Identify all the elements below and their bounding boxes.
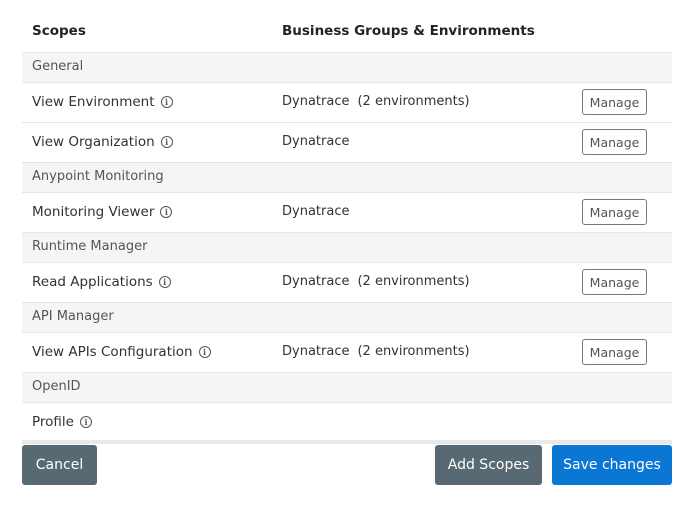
scope-row-view-apis-configuration: View APIs Configuration i Dynatrace (2 en…: [22, 332, 672, 372]
business-group-name: Dynatrace: [282, 274, 350, 289]
business-group-cell: Dynatrace (2 environments): [282, 94, 470, 109]
group-label: API Manager: [32, 309, 114, 324]
group-row-general: General: [22, 52, 672, 82]
scope-row-monitoring-viewer: Monitoring Viewer i Dynatrace Manage: [22, 192, 672, 232]
info-icon[interactable]: i: [160, 136, 173, 148]
scope-name-cell: View Organization i: [32, 134, 173, 150]
add-scopes-button[interactable]: Add Scopes: [435, 445, 542, 485]
group-row-openid: OpenID: [22, 372, 672, 402]
business-group-name: Dynatrace: [282, 94, 350, 109]
scroll-divider: [22, 440, 672, 444]
group-row-runtime-manager: Runtime Manager: [22, 232, 672, 262]
scope-name-cell: Monitoring Viewer i: [32, 204, 173, 220]
scope-row-view-organization: View Organization i Dynatrace Manage: [22, 122, 672, 162]
scope-name: View APIs Configuration: [32, 344, 193, 360]
scopes-column-header: Scopes: [32, 23, 86, 39]
business-group-cell: Dynatrace: [282, 204, 349, 219]
info-icon[interactable]: i: [160, 206, 173, 218]
group-label: Anypoint Monitoring: [32, 169, 164, 184]
scope-row-view-environment: View Environment i Dynatrace (2 environme…: [22, 82, 672, 122]
scope-name-cell: View Environment i: [32, 94, 173, 110]
cancel-button[interactable]: Cancel: [22, 445, 97, 485]
table-header: Scopes Business Groups & Environments: [22, 0, 672, 52]
scope-name: Monitoring Viewer: [32, 204, 155, 220]
business-group-cell: Dynatrace (2 environments): [282, 344, 470, 359]
manage-button[interactable]: Manage: [582, 89, 647, 115]
scope-name: View Organization: [32, 134, 155, 150]
info-icon[interactable]: i: [79, 416, 92, 428]
environment-count: (2 environments): [357, 94, 470, 109]
save-changes-button[interactable]: Save changes: [552, 445, 672, 485]
info-icon[interactable]: i: [198, 346, 211, 358]
environment-count: (2 environments): [357, 274, 470, 289]
info-icon[interactable]: i: [158, 276, 171, 288]
group-row-anypoint-monitoring: Anypoint Monitoring: [22, 162, 672, 192]
scope-name-cell: View APIs Configuration i: [32, 344, 211, 360]
business-group-name: Dynatrace: [282, 204, 350, 219]
business-groups-column-header: Business Groups & Environments: [282, 23, 535, 39]
environment-count: (2 environments): [357, 344, 470, 359]
scope-row-read-applications: Read Applications i Dynatrace (2 environm…: [22, 262, 672, 302]
info-icon[interactable]: i: [160, 96, 173, 108]
scopes-table: Scopes Business Groups & Environments Ge…: [22, 0, 672, 442]
scope-name: View Environment: [32, 94, 155, 110]
scope-name: Read Applications: [32, 274, 153, 290]
scope-name-cell: Profile i: [32, 414, 92, 430]
group-label: General: [32, 59, 84, 74]
manage-button[interactable]: Manage: [582, 339, 647, 365]
business-group-cell: Dynatrace (2 environments): [282, 274, 470, 289]
scope-name: Profile: [32, 414, 74, 430]
scope-name-cell: Read Applications i: [32, 274, 171, 290]
manage-button[interactable]: Manage: [582, 269, 647, 295]
group-row-api-manager: API Manager: [22, 302, 672, 332]
manage-button[interactable]: Manage: [582, 199, 647, 225]
group-label: Runtime Manager: [32, 239, 148, 254]
scope-row-profile: Profile i: [22, 402, 672, 442]
business-group-cell: Dynatrace: [282, 134, 349, 149]
business-group-name: Dynatrace: [282, 344, 350, 359]
group-label: OpenID: [32, 379, 81, 394]
business-group-name: Dynatrace: [282, 134, 350, 149]
manage-button[interactable]: Manage: [582, 129, 647, 155]
